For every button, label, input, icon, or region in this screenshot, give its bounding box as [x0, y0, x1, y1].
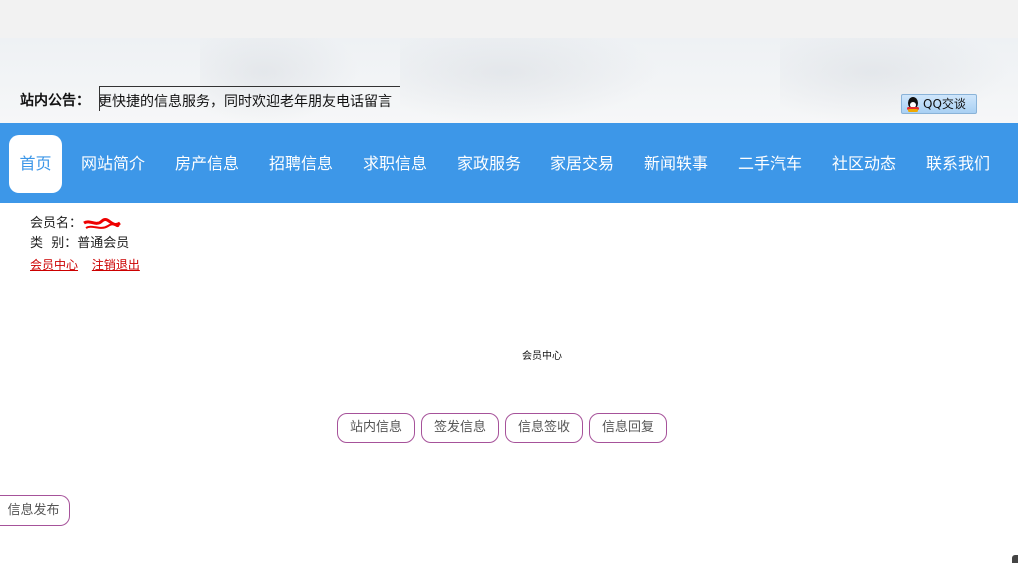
- qq-chat-button[interactable]: QQ交谈: [901, 94, 977, 114]
- member-name-redacted: [82, 217, 122, 231]
- receive-message-button[interactable]: 信息签收: [505, 413, 583, 443]
- member-type-label: 类 别：: [30, 236, 78, 251]
- notice-label: 站内公告：: [20, 93, 90, 109]
- qq-chat-label: QQ交谈: [923, 97, 966, 111]
- member-name-row: 会员名：: [30, 214, 150, 234]
- member-type-value: 普通会员: [77, 236, 130, 251]
- reply-message-button[interactable]: 信息回复: [589, 413, 667, 443]
- nav-item-news[interactable]: 新闻轶事: [637, 135, 715, 193]
- member-type-row: 类 别：普通会员: [30, 234, 150, 254]
- header-banner-image: [400, 38, 660, 123]
- nav-item-job-seeking[interactable]: 求职信息: [356, 135, 434, 193]
- nav-item-used-cars[interactable]: 二手汽车: [731, 135, 809, 193]
- qq-penguin-icon: [906, 96, 920, 112]
- main-nav: 首页 网站简介 房产信息 招聘信息 求职信息 家政服务 家居交易 新闻轶事 二手…: [0, 123, 1018, 203]
- nav-item-about[interactable]: 网站简介: [74, 135, 152, 193]
- send-message-button[interactable]: 签发信息: [421, 413, 499, 443]
- notice-marquee: 更快捷的信息服务，同时欢迎老年朋友电话留言: [99, 86, 400, 111]
- publish-info-button[interactable]: 信息发布: [0, 495, 70, 526]
- nav-item-recruitment[interactable]: 招聘信息: [262, 135, 340, 193]
- site-header: 站内公告： 更快捷的信息服务，同时欢迎老年朋友电话留言 QQ交谈: [0, 0, 1018, 123]
- top-strip: [0, 0, 1018, 38]
- member-center-title: 会员中心: [522, 351, 562, 362]
- member-links: 会员中心 注销退出: [30, 255, 150, 275]
- nav-item-home[interactable]: 首页: [9, 135, 62, 193]
- nav-item-community[interactable]: 社区动态: [825, 135, 903, 193]
- member-name-label: 会员名：: [30, 216, 83, 231]
- member-info: 会员名： 类 别：普通会员 会员中心 注销退出: [30, 214, 150, 275]
- nav-item-real-estate[interactable]: 房产信息: [168, 135, 246, 193]
- site-messages-button[interactable]: 站内信息: [337, 413, 415, 443]
- nav-item-home-trade[interactable]: 家居交易: [543, 135, 621, 193]
- nav-item-housekeeping[interactable]: 家政服务: [450, 135, 528, 193]
- nav-item-contact[interactable]: 联系我们: [919, 135, 997, 193]
- scroll-corner: [1012, 555, 1018, 563]
- notice-text: 更快捷的信息服务，同时欢迎老年朋友电话留言: [99, 94, 392, 110]
- logout-link[interactable]: 注销退出: [92, 258, 140, 272]
- member-center-link[interactable]: 会员中心: [30, 258, 78, 272]
